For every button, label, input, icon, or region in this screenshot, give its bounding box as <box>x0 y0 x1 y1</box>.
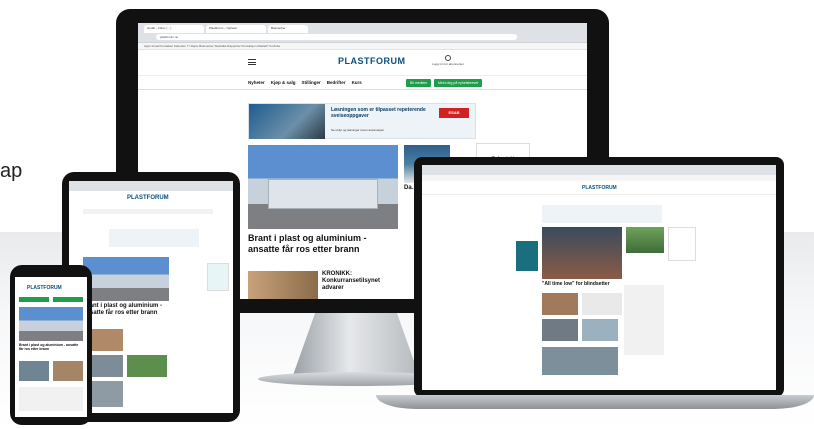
side-advert[interactable] <box>207 263 229 291</box>
login-label: Logg inn for abonnenter <box>432 62 464 66</box>
kronikk-image[interactable] <box>248 271 318 299</box>
become-member-button[interactable] <box>19 297 49 302</box>
site-header: PLASTFORUM Logg inn for abonnenter <box>138 50 587 76</box>
news-list[interactable] <box>624 285 664 355</box>
become-member-button[interactable]: Bli medlem <box>406 79 432 87</box>
phone-screen: PLASTFORUM Brant i plast og aluminium - … <box>15 277 87 417</box>
advert-brand-logo: ESAB <box>439 108 469 118</box>
story-image[interactable] <box>53 361 83 381</box>
login-link[interactable]: Logg inn for abonnenter <box>428 55 468 66</box>
site-logo[interactable]: PLASTFORUM <box>127 195 169 201</box>
hero-image[interactable] <box>19 307 83 341</box>
hero-image[interactable] <box>83 257 169 301</box>
browser-chrome <box>69 181 233 191</box>
nav-item-stillinger[interactable]: Stillinger <box>302 80 321 85</box>
site-logo[interactable]: PLASTFORUM <box>27 285 62 291</box>
newsletter-button[interactable]: Meld deg på nyhetsbrevet <box>434 79 483 87</box>
building-illustration <box>268 179 378 209</box>
advert-image <box>249 104 325 139</box>
side-story-image[interactable] <box>626 227 664 253</box>
story-image[interactable] <box>582 319 618 341</box>
hero-headline[interactable]: "All time low" for blindsetter <box>542 281 632 287</box>
browser-tab[interactable]: Gmail – Inbox (…) <box>144 25 204 33</box>
site-logo[interactable]: PLASTFORUM <box>582 185 617 191</box>
kronikk-title[interactable]: KRONIKK: Konkurransetilsynet advarer <box>322 271 402 292</box>
advert-banner[interactable] <box>542 205 662 223</box>
cropped-side-text: ap <box>0 160 23 182</box>
story-image[interactable] <box>542 347 618 375</box>
hero-image[interactable] <box>248 145 398 229</box>
side-advert[interactable] <box>668 227 696 261</box>
hero-image[interactable] <box>542 227 622 279</box>
bookmarks-bar[interactable]: Apps Gmail Kontakter Kalender Yr Rejse B… <box>138 43 587 50</box>
news-list[interactable] <box>19 387 83 411</box>
laptop-screen: PLASTFORUM "All time low" for blindsette… <box>422 165 776 390</box>
main-nav: Nyheter Kjøp & salg Stillinger Bedrifter… <box>138 76 587 90</box>
nav-item-kjop-salg[interactable]: Kjøp & salg <box>271 80 296 85</box>
story-image[interactable] <box>542 293 578 315</box>
nav-item-nyheter[interactable]: Nyheter <box>248 80 265 85</box>
laptop: PLASTFORUM "All time low" for blindsette… <box>414 157 784 397</box>
story-image[interactable] <box>127 355 167 377</box>
hero-headline[interactable]: Brant i plast og aluminium - ansatte får… <box>19 343 83 351</box>
hero-headline[interactable]: Brant i plast og aluminium - ansatte får… <box>248 233 400 255</box>
laptop-base <box>376 395 814 409</box>
left-advert[interactable] <box>516 241 538 271</box>
site-header: PLASTFORUM <box>422 181 776 195</box>
browser-tab-active[interactable]: Plastforum – Nyheter <box>206 25 266 33</box>
user-icon <box>445 55 451 61</box>
advert-title: Løsningen som er tilpasset repeterende s… <box>331 107 426 119</box>
hero-headline[interactable]: Brant i plast og aluminium - ansatte får… <box>83 303 169 317</box>
tablet-screen: PLASTFORUM Brant i plast og aluminium - … <box>69 181 233 413</box>
hamburger-menu-icon[interactable] <box>248 59 256 65</box>
site-logo[interactable]: PLASTFORUM <box>338 56 406 66</box>
advert-subtitle: Se utdyr og løsninger innen automasjon <box>331 128 385 132</box>
browser-chrome: Gmail – Inbox (…) Plastforum – Nyheter B… <box>138 23 587 43</box>
nav-item-bedrifter[interactable]: Bedrifter <box>327 80 346 85</box>
main-nav[interactable] <box>83 209 213 214</box>
advert-banner[interactable]: Løsningen som er tilpasset repeterende s… <box>248 103 476 139</box>
browser-chrome <box>422 165 776 175</box>
newsletter-button[interactable] <box>53 297 83 302</box>
advert-banner[interactable] <box>109 229 199 247</box>
story-image[interactable] <box>542 319 578 341</box>
story-text[interactable] <box>582 293 622 315</box>
browser-tab[interactable]: Bokmerker <box>268 25 308 33</box>
smartphone: PLASTFORUM Brant i plast og aluminium - … <box>10 265 92 425</box>
nav-item-kurs[interactable]: Kurs <box>352 80 362 85</box>
story-image[interactable] <box>19 361 49 381</box>
address-bar[interactable]: plastforum.no <box>156 34 517 40</box>
